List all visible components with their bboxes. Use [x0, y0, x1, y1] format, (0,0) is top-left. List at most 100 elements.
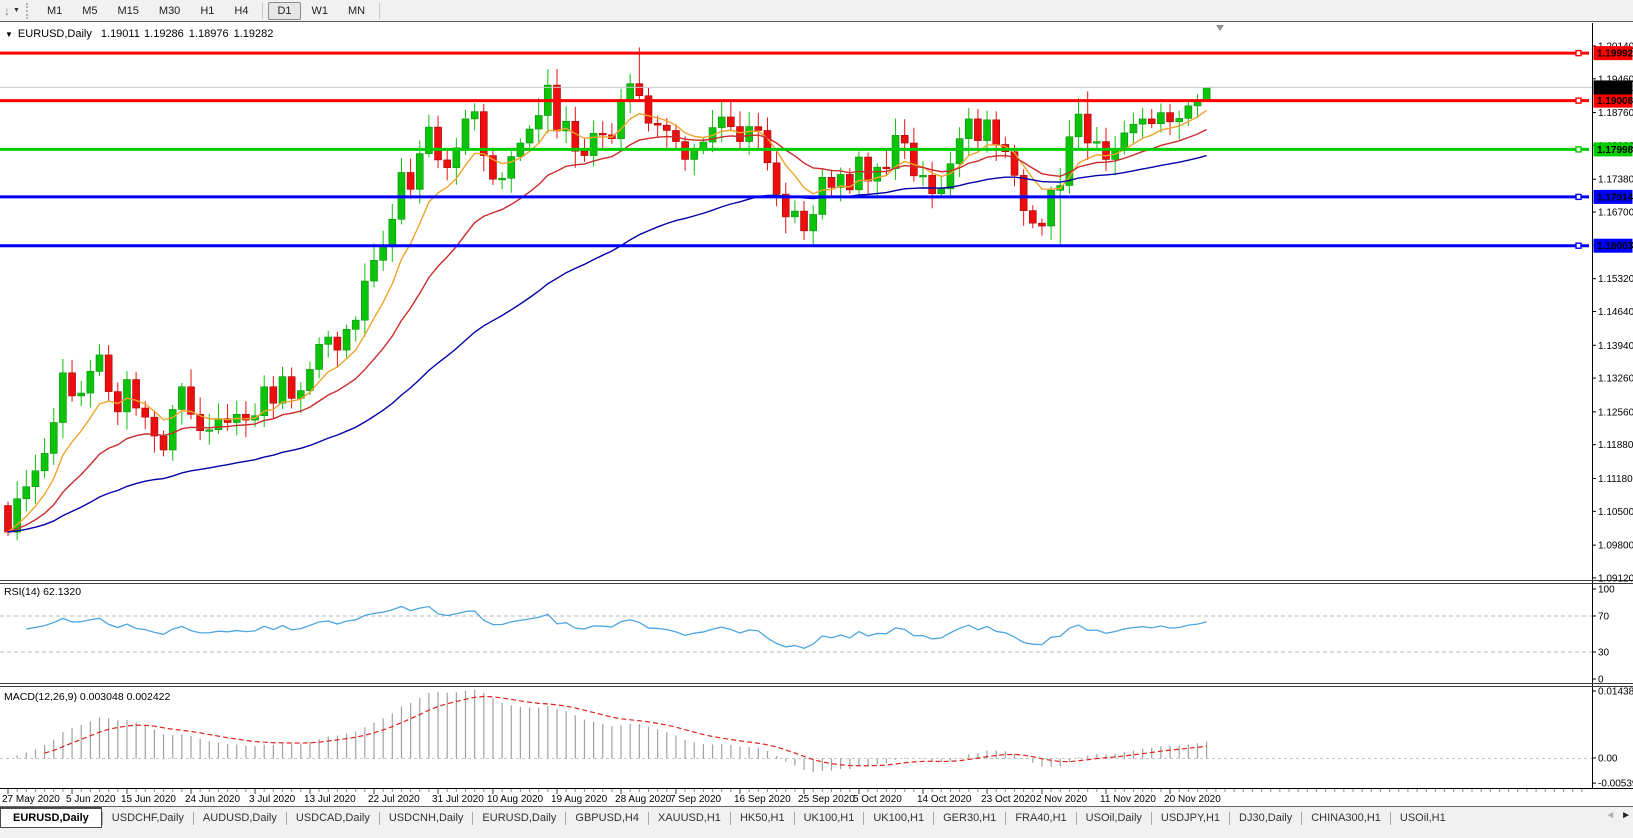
candle-body: [810, 214, 817, 230]
candle-body: [306, 369, 313, 390]
price-tick-label: 1.11180: [1598, 474, 1633, 485]
candle-body: [947, 164, 954, 189]
candle-body: [1139, 119, 1146, 124]
candle-body: [727, 117, 734, 127]
dropdown-caret-icon[interactable]: ▼: [13, 7, 20, 15]
line-handle[interactable]: [1576, 243, 1581, 248]
quote-open: 1.19011: [101, 28, 140, 40]
candle-body: [334, 337, 341, 350]
chart-tab-usdjpy-h1[interactable]: USDJPY,H1: [1152, 809, 1229, 827]
candle-body: [554, 85, 561, 131]
candle-body: [69, 373, 76, 396]
chart-tab-china300-h1[interactable]: CHINA300,H1: [1302, 809, 1390, 827]
candle-body: [123, 380, 130, 412]
chart-tab-usdcad-daily[interactable]: USDCAD,Daily: [287, 809, 379, 827]
chart-tab-eurusd-daily[interactable]: EURUSD,Daily: [473, 809, 565, 827]
chart-tab-usdcnh-daily[interactable]: USDCNH,Daily: [380, 809, 473, 827]
timeframe-button-H1[interactable]: H1: [191, 2, 223, 20]
candle-body: [984, 120, 991, 141]
candle-body: [828, 177, 835, 187]
toolbar-separator: [379, 3, 380, 19]
candle-body: [206, 430, 213, 432]
tab-scroll-left-icon[interactable]: ◄: [1605, 810, 1615, 821]
macd-axis-label: 0.014384: [1598, 687, 1633, 698]
timeframe-button-M15[interactable]: M15: [109, 2, 148, 20]
candle-body: [41, 453, 48, 470]
candle-body: [1020, 175, 1027, 210]
candle-body: [105, 355, 112, 392]
quote-close: 1.19282: [234, 28, 274, 40]
candle-body: [1038, 223, 1045, 226]
line-handle[interactable]: [1576, 98, 1581, 103]
quote-low: 1.18976: [189, 28, 229, 40]
candle-body: [471, 112, 478, 119]
price-tick-label: 1.17380: [1598, 175, 1633, 186]
candle-body: [5, 506, 12, 533]
chart-tab-xauusd-h1[interactable]: XAUUSD,H1: [649, 809, 730, 827]
chart-shift-marker-icon[interactable]: [1216, 25, 1224, 31]
line-handle[interactable]: [1576, 147, 1581, 152]
candle-body: [279, 377, 286, 404]
timeframe-button-M5[interactable]: M5: [73, 2, 106, 20]
date-label: 25 Sep 2020: [798, 794, 855, 805]
candle-body: [325, 337, 332, 344]
chart-quote-line: ▼EURUSD,Daily1.190111.192861.189761.1928…: [5, 28, 273, 40]
candle-body: [974, 119, 981, 141]
tab-scroll-right-icon[interactable]: ►: [1621, 810, 1631, 821]
timeframe-button-D1[interactable]: D1: [268, 2, 300, 20]
timeframe-button-MN[interactable]: MN: [339, 2, 374, 20]
price-badge-label: 1.19008: [1597, 96, 1633, 107]
price-badge-label: 1.19992: [1597, 49, 1633, 60]
chart-tab-uk100-h1[interactable]: UK100,H1: [795, 809, 864, 827]
price-badge-label: 1.19282: [1597, 83, 1633, 94]
cursor-tool-icon[interactable]: ↓: [4, 5, 10, 17]
candle-body: [855, 157, 862, 190]
candle-body: [499, 178, 506, 180]
chart-tab-dj30-daily[interactable]: DJ30,Daily: [1230, 809, 1301, 827]
toolbar-grip[interactable]: [26, 3, 32, 19]
tab-scroll-controls: ◄ ►: [1605, 810, 1631, 821]
line-handle[interactable]: [1576, 51, 1581, 56]
candle-body: [178, 387, 185, 410]
collapse-marker-icon[interactable]: ▼: [5, 30, 13, 39]
candle-body: [1167, 113, 1174, 122]
price-tick-label: 1.16700: [1598, 208, 1633, 219]
candle-body: [380, 247, 387, 261]
chart-tab-uk100-h1[interactable]: UK100,H1: [864, 809, 933, 827]
chart-tab-usdchf-daily[interactable]: USDCHF,Daily: [103, 809, 193, 827]
candle-body: [1203, 87, 1210, 100]
timeframe-button-H4[interactable]: H4: [225, 2, 257, 20]
line-handle[interactable]: [1576, 194, 1581, 199]
candle-body: [389, 219, 396, 247]
candle-body: [636, 84, 643, 96]
chart-tab-fra40-h1[interactable]: FRA40,H1: [1006, 809, 1075, 827]
candle-body: [618, 100, 625, 139]
chart-tab-usoil-h1[interactable]: USOil,H1: [1391, 809, 1455, 827]
timeframe-button-W1[interactable]: W1: [303, 2, 338, 20]
date-label: 2 Nov 2020: [1036, 794, 1088, 805]
candle-body: [572, 121, 579, 151]
chart-tab-gbpusd-h4[interactable]: GBPUSD,H4: [566, 809, 648, 827]
date-label: 5 Jun 2020: [66, 794, 116, 805]
date-label: 16 Sep 2020: [734, 794, 791, 805]
chart-tab-eurusd-daily[interactable]: EURUSD,Daily: [0, 807, 102, 828]
chart-tools-group: ↓ ▼: [0, 5, 24, 17]
candle-body: [920, 175, 927, 177]
candle-body: [23, 487, 30, 499]
chart-tab-usoil-daily[interactable]: USOil,Daily: [1077, 809, 1151, 827]
date-label: 27 May 2020: [2, 794, 60, 805]
candle-body: [508, 157, 515, 179]
chart-tab-ger30-h1[interactable]: GER30,H1: [934, 809, 1005, 827]
chart-tab-hk50-h1[interactable]: HK50,H1: [731, 809, 794, 827]
candle-body: [1075, 114, 1082, 137]
candle-body: [1130, 124, 1137, 133]
timeframe-button-M30[interactable]: M30: [150, 2, 189, 20]
candle-body: [462, 119, 469, 148]
candle-body: [1121, 133, 1128, 149]
candle-body: [700, 142, 707, 148]
candle-body: [1066, 137, 1073, 186]
candle-body: [581, 151, 588, 155]
chart-tab-audusd-daily[interactable]: AUDUSD,Daily: [194, 809, 286, 827]
rsi-axis-label: 30: [1598, 648, 1610, 659]
timeframe-button-M1[interactable]: M1: [38, 2, 71, 20]
